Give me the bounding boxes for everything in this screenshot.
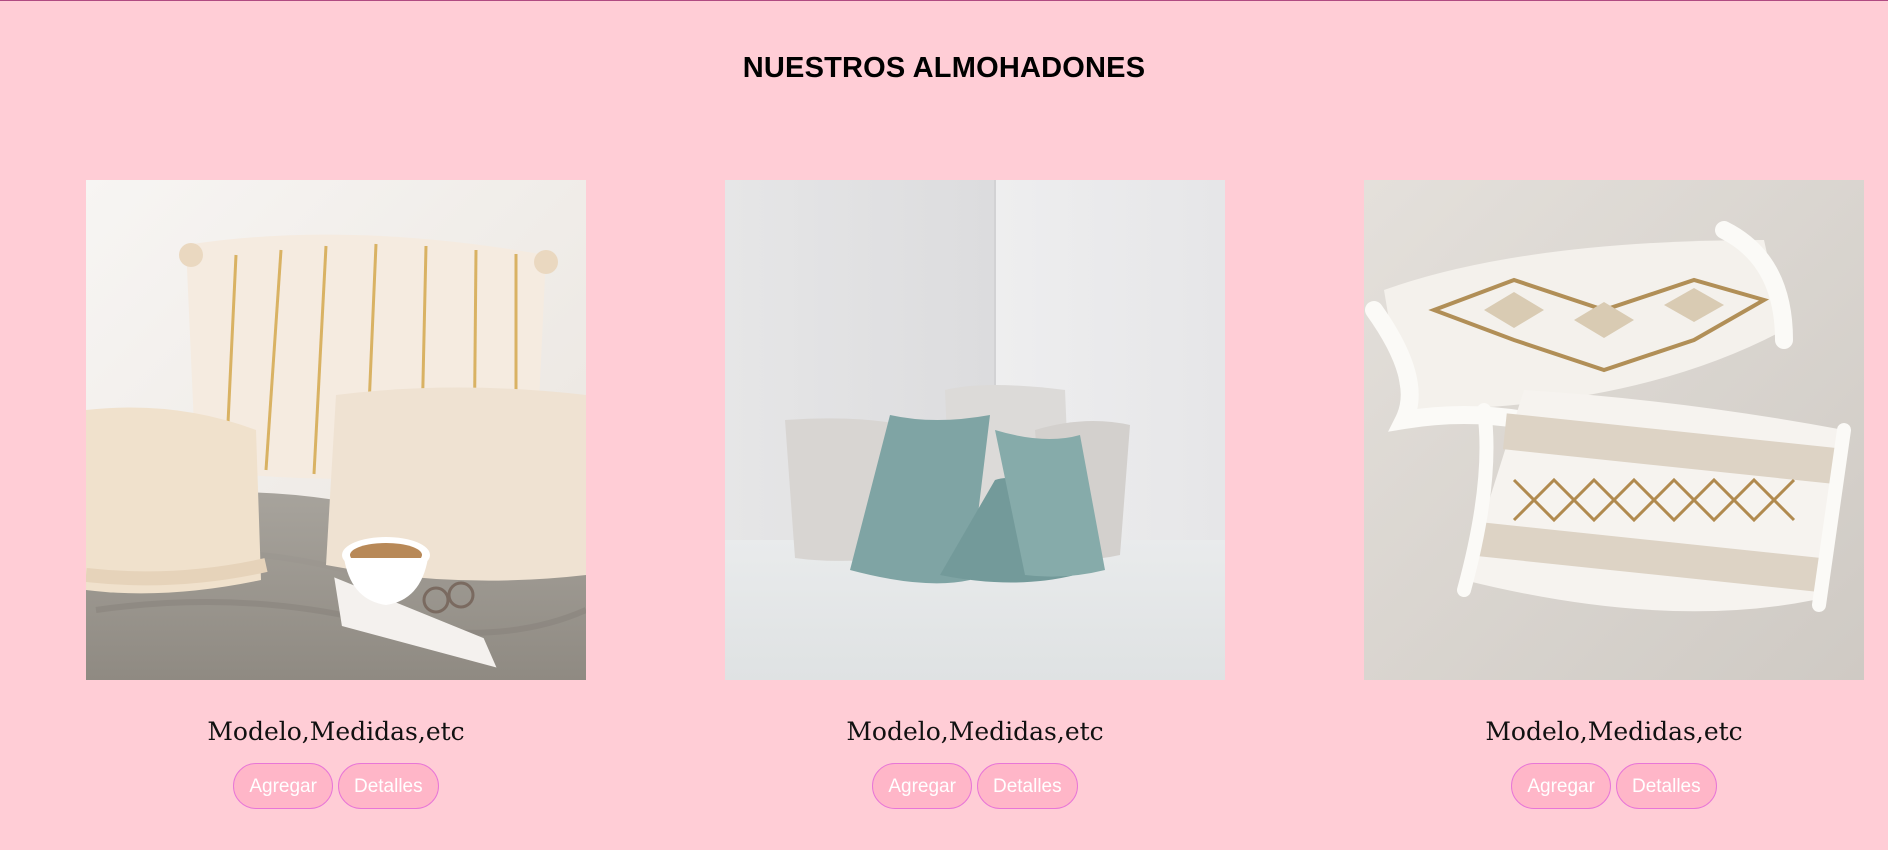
- add-button[interactable]: Agregar: [1511, 763, 1611, 809]
- product-name: Modelo,Medidas,etc: [1485, 717, 1743, 746]
- top-border: [0, 0, 1888, 1]
- product-actions: Agregar Detalles: [86, 763, 586, 809]
- details-button[interactable]: Detalles: [337, 763, 439, 809]
- product-card-2: Modelo,Medidas,etc Agregar Detalles: [725, 180, 1225, 809]
- product-card-3: Modelo,Medidas,etc Agregar Detalles: [1364, 180, 1864, 809]
- details-button[interactable]: Detalles: [1615, 763, 1717, 809]
- product-image-cream-striped-pillows[interactable]: [86, 180, 586, 680]
- add-button[interactable]: Agregar: [872, 763, 972, 809]
- product-image-teal-corner-pillows[interactable]: [725, 180, 1225, 680]
- details-button[interactable]: Detalles: [976, 763, 1078, 809]
- page-title: NUESTROS ALMOHADONES: [742, 52, 1146, 84]
- product-card-1: Modelo,Medidas,etc Agregar Detalles: [86, 180, 586, 809]
- product-actions: Agregar Detalles: [725, 763, 1225, 809]
- product-image-fringed-boho-pillows[interactable]: [1364, 180, 1864, 680]
- add-button[interactable]: Agregar: [233, 763, 333, 809]
- product-name: Modelo,Medidas,etc: [846, 717, 1104, 746]
- product-actions: Agregar Detalles: [1364, 763, 1864, 809]
- product-name: Modelo,Medidas,etc: [207, 717, 465, 746]
